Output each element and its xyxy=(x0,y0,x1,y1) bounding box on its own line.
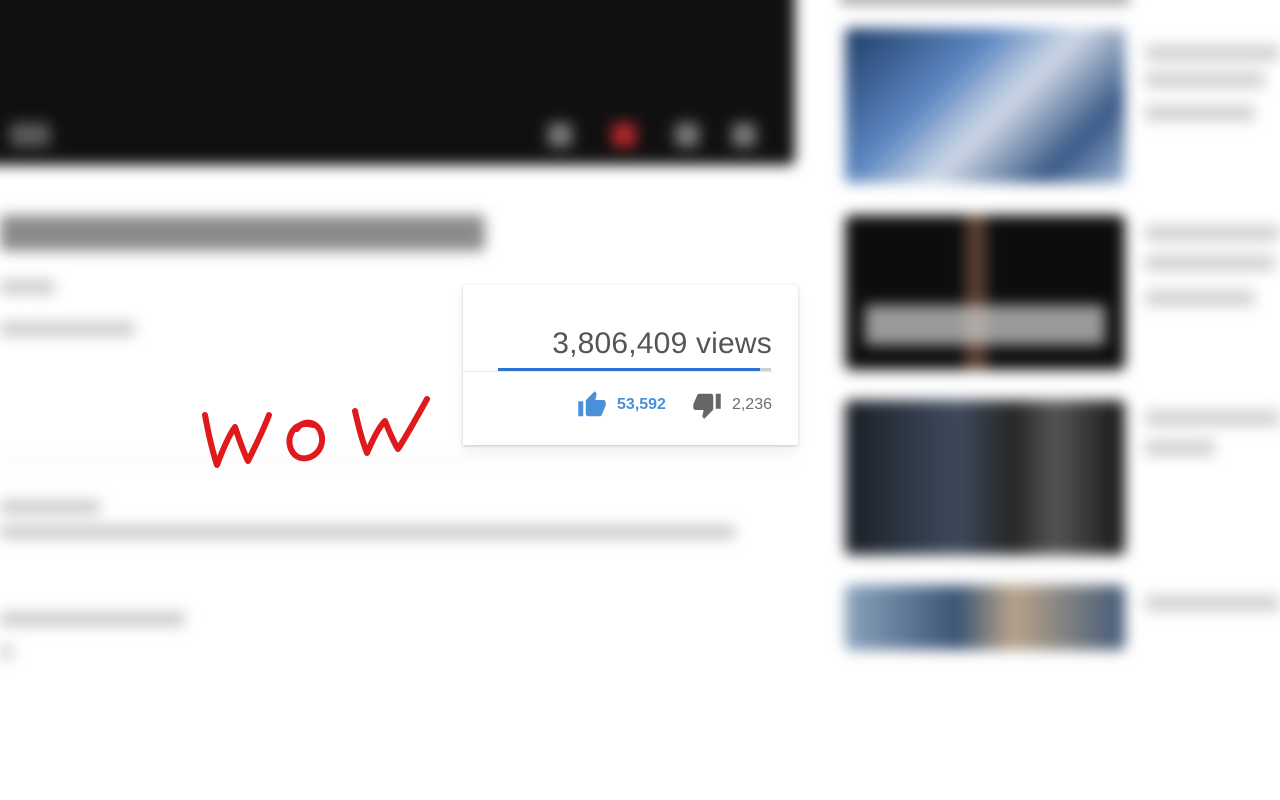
video-player[interactable] xyxy=(0,0,795,165)
thumbs-up-icon[interactable] xyxy=(577,390,607,420)
fullscreen-icon[interactable] xyxy=(732,123,756,147)
description-fragment xyxy=(0,645,12,659)
like-button[interactable]: 53,592 xyxy=(577,390,692,420)
player-controls xyxy=(0,115,795,155)
related-video-title[interactable] xyxy=(1145,255,1275,271)
related-video-meta xyxy=(1145,440,1215,456)
view-count: 3,806,409 views xyxy=(552,327,772,360)
sentiment-bar xyxy=(498,368,771,371)
related-video-title[interactable] xyxy=(1145,72,1265,88)
video-stats-card: 3,806,409 views 53,592 2,236 xyxy=(463,285,798,445)
video-description xyxy=(0,525,735,539)
related-video-title[interactable] xyxy=(1145,225,1280,241)
related-video-meta xyxy=(1145,290,1255,306)
previous-thumbnail[interactable] xyxy=(840,0,1130,4)
related-video-thumbnail[interactable] xyxy=(845,215,1125,370)
dislike-count: 2,236 xyxy=(731,396,772,413)
related-video-thumbnail[interactable] xyxy=(845,28,1125,183)
channel-name[interactable] xyxy=(0,280,55,294)
youtube-icon[interactable] xyxy=(612,123,636,147)
theater-mode-icon[interactable] xyxy=(675,123,699,147)
related-video-thumbnail[interactable] xyxy=(845,400,1125,555)
sentiment-bar-fill xyxy=(498,368,761,371)
related-video-thumbnail[interactable] xyxy=(845,585,1125,650)
show-more-link[interactable] xyxy=(0,612,185,626)
like-dislike-row: 53,592 2,236 xyxy=(577,390,772,420)
published-date xyxy=(0,500,100,514)
video-title xyxy=(0,215,485,251)
related-video-title[interactable] xyxy=(1145,595,1280,611)
related-video-title[interactable] xyxy=(1145,45,1280,61)
wow-handwritten-annotation xyxy=(202,396,430,468)
settings-icon[interactable] xyxy=(548,123,572,147)
thumbs-down-icon[interactable] xyxy=(692,390,722,420)
subscribe-button[interactable] xyxy=(0,322,135,336)
like-count: 53,592 xyxy=(617,396,666,413)
dislike-button[interactable]: 2,236 xyxy=(692,390,772,420)
related-video-meta xyxy=(1145,105,1255,121)
play-icon[interactable] xyxy=(10,123,50,147)
related-video-title[interactable] xyxy=(1145,410,1280,426)
divider xyxy=(463,371,773,372)
